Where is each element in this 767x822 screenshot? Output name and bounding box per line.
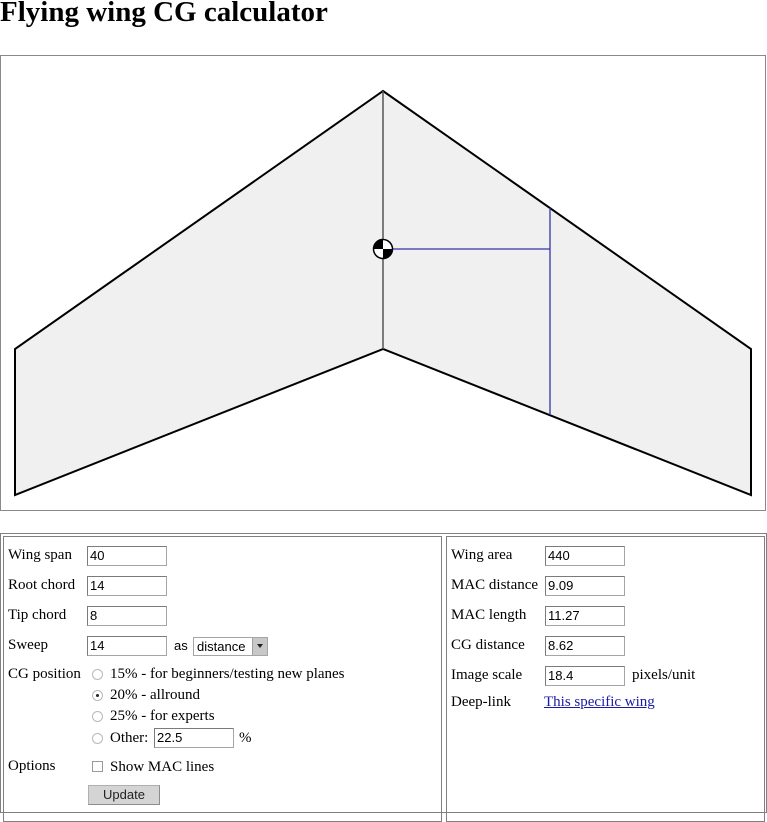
cg-position-label: CG position	[8, 666, 81, 682]
calculator-form: Wing span 40 Root chord 14 Tip chord 8 S…	[0, 533, 767, 822]
image-scale-unit: pixels/unit	[632, 667, 696, 683]
cg-radio-25[interactable]	[92, 711, 103, 722]
cg-option-20-label: 20% - allround	[110, 687, 200, 703]
cg-other-unit: %	[239, 730, 252, 746]
cg-distance-label: CG distance	[451, 637, 525, 653]
wing-drawing	[14, 89, 752, 497]
wing-area-label: Wing area	[451, 547, 513, 563]
show-mac-lines-checkbox[interactable]	[92, 761, 103, 772]
deep-link-label: Deep-link	[451, 694, 511, 710]
cg-radio-other[interactable]	[92, 733, 103, 744]
show-mac-lines-label: Show MAC lines	[110, 759, 215, 775]
wing-span-input[interactable]: 40	[87, 546, 167, 566]
sweep-mode-select[interactable]: distance	[193, 637, 268, 656]
mac-length-label: MAC length	[451, 607, 527, 623]
image-scale-input[interactable]: 18.4	[545, 666, 625, 686]
root-chord-label: Root chord	[8, 577, 76, 593]
options-label: Options	[8, 758, 56, 774]
mac-distance-label: MAC distance	[451, 577, 539, 593]
input-panel: Wing span 40 Root chord 14 Tip chord 8 S…	[3, 536, 442, 822]
cg-option-25-label: 25% - for experts	[110, 708, 215, 724]
sweep-as-label: as	[174, 638, 188, 653]
cg-option-15-label: 15% - for beginners/testing new planes	[110, 666, 345, 682]
cg-distance-output[interactable]: 8.62	[545, 636, 625, 656]
wing-drawing-canvas	[0, 55, 766, 511]
image-scale-label: Image scale	[451, 667, 523, 683]
mac-length-output[interactable]: 11.27	[545, 606, 625, 626]
cg-option-other-label: Other:	[110, 730, 149, 746]
results-panel: Wing area 440 MAC distance 9.09 MAC leng…	[446, 536, 765, 822]
wing-span-label: Wing span	[8, 547, 72, 563]
tip-chord-input[interactable]: 8	[87, 606, 167, 626]
update-button[interactable]: Update	[88, 785, 160, 805]
wing-area-output[interactable]: 440	[545, 546, 625, 566]
tip-chord-label: Tip chord	[8, 607, 67, 623]
cg-radio-20[interactable]	[92, 690, 103, 701]
sweep-input[interactable]: 14	[87, 636, 167, 656]
chevron-down-icon[interactable]	[252, 638, 267, 655]
sweep-mode-value: distance	[197, 639, 246, 654]
sweep-label: Sweep	[8, 637, 48, 653]
cg-radio-15[interactable]	[92, 669, 103, 680]
root-chord-input[interactable]: 14	[87, 576, 167, 596]
mac-distance-output[interactable]: 9.09	[545, 576, 625, 596]
cg-symbol-icon	[372, 238, 394, 260]
cg-other-input[interactable]: 22.5	[154, 728, 234, 748]
deep-link[interactable]: This specific wing	[544, 694, 655, 711]
